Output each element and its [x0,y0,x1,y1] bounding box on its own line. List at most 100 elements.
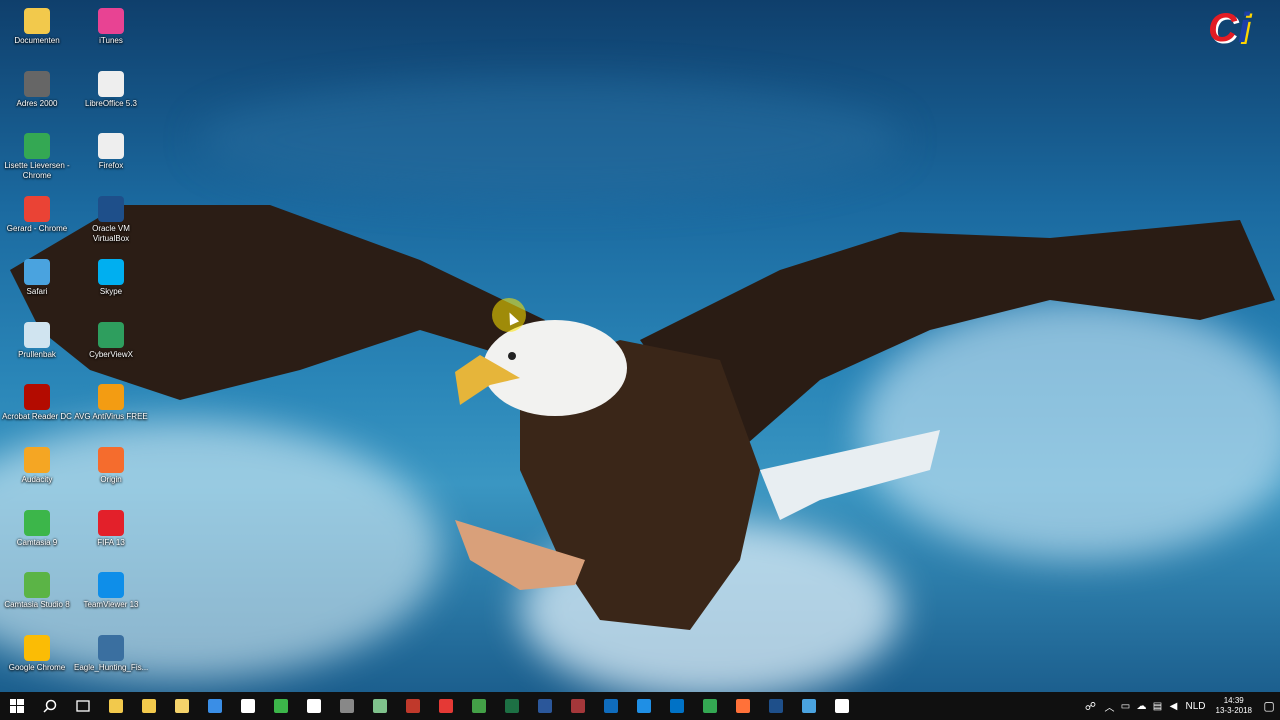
desktop-icon[interactable]: Lisette Lieversen - Chrome [0,129,74,187]
language-indicator[interactable]: NLD [1182,701,1210,712]
eagle-eye [508,352,516,360]
desktop-icon-label: iTunes [99,36,123,45]
desktop-icon[interactable]: Origin [74,443,148,501]
clock-time: 14:39 [1223,696,1244,705]
task-view-button[interactable] [66,692,99,720]
desktop-icon[interactable]: AVG AntiVirus FREE [74,380,148,438]
windows-start-button[interactable] [0,692,33,720]
store-icon [207,699,222,713]
desktop-icon[interactable]: CyberViewX [74,318,148,376]
task-view-icon [75,700,90,712]
taskbar-clock[interactable]: 14:39 13-3-2018 [1210,696,1258,716]
tray-device[interactable]: ▭ [1118,692,1134,720]
taskbar-app-folder[interactable] [165,692,198,720]
ci-logo-i: i [1238,4,1250,51]
tray-network[interactable]: ▤ [1150,692,1166,720]
app-icon [98,258,124,285]
desktop-icon[interactable]: Gerard - Chrome [0,192,74,250]
outlook-icon [669,699,684,713]
device-icon: ▭ [1120,700,1131,712]
desktop-icon-label: Gerard - Chrome [6,224,68,234]
desktop-icon-label: Oracle VM VirtualBox [92,224,130,244]
app-icon [24,258,50,285]
app-icon [24,321,50,348]
desktop-icon[interactable]: Google Chrome [0,631,74,689]
app-icon [98,572,124,599]
taskbar-app-camtasia-recorder[interactable] [825,692,858,720]
action-center-button[interactable]: ▢ [1258,692,1280,720]
taskbar-app-safari[interactable] [792,692,825,720]
search-icon [42,699,56,713]
desktop-icon[interactable]: Firefox [74,129,148,187]
camtasia-green-icon [471,699,486,713]
desktop-icon[interactable]: Eagle_Hunting_Fis... [74,631,148,689]
desktop-icon-label: Firefox [98,161,124,171]
taskbar-app-camtasia-green[interactable] [462,692,495,720]
desktop-icon-label: Prullenbak [18,349,56,359]
app-icon [24,196,50,223]
desktop-icon-label: Lisette Lieversen - Chrome [4,161,70,181]
taskbar-app-word[interactable] [528,692,561,720]
desktop-icon-label: Acrobat Reader DC [2,412,72,422]
desktop-icon[interactable]: Oracle VM VirtualBox [74,192,148,250]
taskbar-app-store[interactable] [198,692,231,720]
taskbar-app-outlook-mail[interactable] [594,692,627,720]
folder-icon [174,699,189,713]
app-icon [24,446,50,473]
chevron-up-icon: ︿ [1104,702,1115,714]
taskbar-app-file-explorer[interactable] [99,692,132,720]
search-button[interactable] [33,692,66,720]
taskbar-app-calculator[interactable] [330,692,363,720]
app-icon [24,384,50,411]
desktop-icon-label: Camtasia Studio 8 [4,600,70,610]
desktop-icon[interactable]: FIFA 13 [74,506,148,564]
desktop-icon[interactable]: Documenten [0,4,74,62]
taskbar-app-access[interactable] [561,692,594,720]
taskbar-app-recorder-red[interactable] [429,692,462,720]
taskbar-app-app-red-swirl[interactable] [396,692,429,720]
taskbar-app-virtualbox[interactable] [759,692,792,720]
desktop-icons: Documenten iTunes Adres 2000 LibreOffice 5.… [0,0,150,692]
desktop-icon[interactable]: LibreOffice 5.3 [74,67,148,125]
file-explorer-icon [108,699,123,713]
show-hidden-icons[interactable]: ︿ [1102,692,1118,720]
taskbar-app-file-explorer-2[interactable] [132,692,165,720]
access-icon [570,699,585,713]
taskbar-app-excel[interactable] [495,692,528,720]
app-icon [98,70,124,97]
desktop-icon-label: FIFA 13 [97,537,125,547]
ci-logo: C i [1208,4,1268,51]
tray-onedrive[interactable]: ☁ [1134,692,1150,720]
taskbar-app-edge[interactable] [627,692,660,720]
desktop-icon-label: Skype [99,286,123,296]
taskbar-app-firefox[interactable] [726,692,759,720]
mail-icon [240,699,255,713]
app-icon [98,384,124,411]
desktop-icon-label: Google Chrome [8,663,66,672]
desktop-icon[interactable]: Adres 2000 [0,67,74,125]
eagle-tail [760,430,940,520]
desktop-icon[interactable]: Skype [74,255,148,313]
people-button[interactable]: ☍ [1080,692,1102,720]
desktop-icon[interactable]: Camtasia 9 [0,506,74,564]
desktop-icon[interactable]: TeamViewer 13 [74,568,148,626]
taskbar-app-chrome[interactable] [693,692,726,720]
recorder-red-icon [438,699,453,713]
system-tray: ☍ ︿ ▭ ☁ ▤ ◀ NLD 14:39 13-3-2018 ▢ [1080,692,1280,720]
tray-volume[interactable]: ◀ [1166,692,1182,720]
desktop-icon[interactable]: Safari [0,255,74,313]
desktop-icon[interactable]: Acrobat Reader DC [0,380,74,438]
app-green-icon [372,699,387,713]
desktop-icon[interactable]: iTunes [74,4,148,62]
desktop-icon[interactable]: Audacity [0,443,74,501]
taskbar-app-outlook[interactable] [660,692,693,720]
desktop-icon[interactable]: Prullenbak [0,318,74,376]
taskbar-app-camtasia-9[interactable] [264,692,297,720]
desktop-icon-label: TeamViewer 13 [83,600,139,610]
taskbar-app-camtasia-studio[interactable] [297,692,330,720]
taskbar-app-mail[interactable] [231,692,264,720]
network-icon: ▤ [1152,700,1163,712]
taskbar-app-app-green[interactable] [363,692,396,720]
desktop-icon[interactable]: Camtasia Studio 8 [0,568,74,626]
cloud-icon: ☁ [1136,700,1147,712]
